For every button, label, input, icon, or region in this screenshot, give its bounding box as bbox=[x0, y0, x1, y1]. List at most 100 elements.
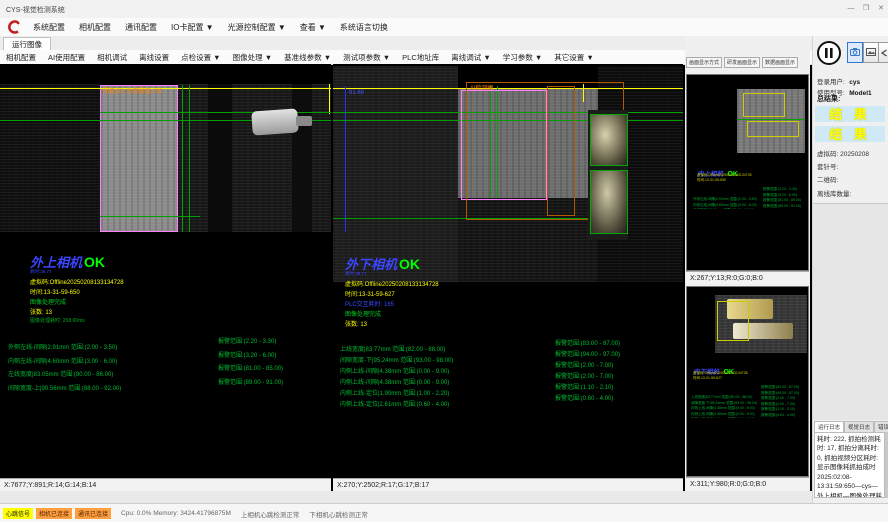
alarm-range-text: 报警范围:(0.60 - 4.00) bbox=[555, 393, 613, 402]
toolbar-item[interactable]: 其它设置 ▼ bbox=[548, 52, 600, 63]
image-texture bbox=[208, 84, 232, 232]
alarm-range-text: 报警范围:(2.00 - 7.00) bbox=[555, 360, 613, 369]
status-bar: 心跳信号 相机已连接 通讯已连接 Cpu: 0.0% Memory: 3424.… bbox=[0, 503, 888, 522]
maximize-button[interactable]: ❐ bbox=[859, 3, 873, 15]
display-mode-label: 画面显示方式 bbox=[686, 57, 722, 68]
pause-button[interactable] bbox=[817, 41, 841, 65]
result-ok: OK bbox=[399, 256, 420, 272]
camera-name: 外下相机 bbox=[345, 257, 397, 272]
measurement-row: 内侧上线-定位|1.90mm 范围:(1.00 - 2.20) 报警范围:(1.… bbox=[340, 382, 682, 393]
result-ok: OK bbox=[84, 254, 105, 270]
menu-item[interactable]: 系统语言切换 bbox=[333, 22, 395, 33]
pause-icon bbox=[819, 50, 839, 67]
process-done-text: 图像处理完成 bbox=[345, 309, 381, 318]
toolbar-item[interactable]: 相机调试 bbox=[91, 52, 133, 63]
measurement-row: 上线宽度|83.77mm 范围:(82.00 - 88.00) 报警范围:(83… bbox=[340, 338, 682, 349]
elapsed-sub: 耗时:39.77 bbox=[345, 271, 367, 277]
toolbar-item[interactable]: 基准线参数 ▼ bbox=[278, 52, 337, 63]
thumb-annotation-box bbox=[747, 121, 799, 137]
threshold-annotation: 阈值:93, 动态阈值:100 bbox=[103, 86, 162, 95]
toolbar-item[interactable]: 离线设置 bbox=[133, 52, 175, 63]
measurement-list: 外侧左线-间隙|2.91mm 范围:(2.00 - 3.50) 报警范围:(2.… bbox=[8, 336, 328, 391]
measurement-row: 左线宽度|83.05mm 范围:(80.00 - 86.00) 报警范围:(81… bbox=[8, 363, 328, 377]
menu-item[interactable]: IO卡配置 ▼ bbox=[164, 22, 221, 33]
toolbar-item[interactable]: 测试项参数 ▼ bbox=[337, 52, 396, 63]
menu-item[interactable]: 通讯配置 bbox=[118, 22, 164, 33]
edge-measure-value: 81.68 bbox=[349, 90, 364, 96]
thumbnail-camera-4[interactable]: 内下相机 OK 虚拟码:Offline20250208133134728 时间:… bbox=[686, 286, 809, 477]
camera-name: 外上相机 bbox=[30, 255, 82, 270]
middle-coordinate-bar: X:270;Y:2502;R:17;G:17;B:17 bbox=[333, 478, 683, 491]
toolbar-item[interactable]: 离线调试 ▼ bbox=[445, 52, 497, 63]
process-time-text: 图像处理耗时: 258.00ms bbox=[30, 317, 85, 324]
barcode-text: 虚拟码:Offline20250208133134728 bbox=[345, 279, 439, 288]
qr-code-row: 二维码: bbox=[817, 174, 838, 184]
menu-item[interactable]: 相机配置 bbox=[72, 22, 118, 33]
alarm-range-text: 报警范围:(0.60 - 4.00) bbox=[761, 413, 795, 418]
display-mode-option-1[interactable]: 研发画面显示 bbox=[724, 57, 760, 68]
toolbar-item[interactable]: PLC地址库 bbox=[396, 52, 445, 63]
alarm-range-text: 报警范围:(1.10 - 2.10) bbox=[761, 407, 795, 412]
thumbnail-camera-3[interactable]: 内上相机 OK 虚拟码:Offline20250208133134728 时间:… bbox=[686, 74, 809, 271]
measurement-row: 外侧左线-间隙|2.91mm 范围:(2.00 - 3.50) 报警范围:(2.… bbox=[8, 336, 328, 350]
tab-run-image[interactable]: 运行图像 bbox=[3, 37, 51, 51]
reference-line-horizontal bbox=[0, 88, 331, 89]
toolbar-item[interactable]: 点检设置 ▼ bbox=[175, 52, 227, 63]
process-done-text: 图像处理完成 bbox=[30, 297, 66, 306]
menu-item[interactable]: 系统配置 bbox=[26, 22, 72, 33]
alarm-range-text: 报警范围:(81.00 - 85.00) bbox=[218, 363, 283, 372]
back-arrow-button[interactable] bbox=[878, 42, 888, 63]
menu-item[interactable]: 查看 ▼ bbox=[293, 22, 333, 33]
camera-icon bbox=[850, 44, 860, 62]
ai-detect-label: AI检测框 bbox=[470, 83, 494, 92]
image-texture bbox=[0, 84, 100, 232]
measurement-row: 内侧上线-定位|2.61mm 范围:(0.60 - 4.00) 报警范围:(0.… bbox=[340, 393, 682, 404]
camera-view-button[interactable] bbox=[847, 42, 863, 63]
total-result-label: 总结果: bbox=[817, 94, 840, 104]
time-text: 时间:13-31-59-650 bbox=[30, 287, 80, 296]
menu-item[interactable]: 光源控制配置 ▼ bbox=[221, 22, 293, 33]
back-arrow-icon bbox=[880, 44, 888, 62]
upper-camera-heartbeat-text: 上相机心跳检测正常 bbox=[241, 509, 300, 519]
toolbar-item[interactable]: 图像处理 ▼ bbox=[227, 52, 279, 63]
lower-camera-heartbeat-text: 下相机心跳检测正常 bbox=[309, 509, 368, 519]
log-text-area[interactable]: 耗时: 222, 抓拍检测耗时: 17, 抓拍分离耗时: 0, 抓拍视频分区耗时… bbox=[814, 432, 885, 498]
result-block-1: 结 果 bbox=[815, 106, 885, 122]
thumb2-coordinate-bar: X:311;Y:980;R:0;G:0;B:0 bbox=[686, 477, 809, 490]
frame-count-text: 张数: 13 bbox=[30, 307, 52, 316]
sidebar-spacer-panel bbox=[813, 203, 888, 420]
elapsed-sub: 耗时:39.77 bbox=[30, 269, 52, 275]
result-text: 结 果 bbox=[829, 107, 871, 122]
alarm-range-text: 报警范围:(89.00 - 91.00) bbox=[763, 204, 801, 209]
connector-part bbox=[296, 116, 312, 126]
metal-part bbox=[590, 170, 628, 234]
time-text: 时间:13-31-59-627 bbox=[693, 376, 722, 381]
close-button[interactable]: ✕ bbox=[874, 3, 888, 15]
display-mode-option-2[interactable]: 数据画面显示 bbox=[762, 57, 798, 68]
model-value: Model1 bbox=[849, 90, 871, 97]
measurement-text: 间隙宽度-上|90.56mm 范围:(88.00 - 92.00) bbox=[8, 386, 121, 392]
measurement-row: 内侧上线-间隙|4.38mm 范围:(0.00 - 9.00) 报警范围:(2.… bbox=[340, 371, 682, 382]
alarm-range-text: 报警范围:(83.00 - 87.00) bbox=[761, 385, 799, 390]
toolbar-item[interactable]: 学习参数 ▼ bbox=[497, 52, 549, 63]
toolbar-item[interactable]: AI使用配置 bbox=[42, 52, 91, 63]
left-camera-view[interactable]: 阈值:93, 动态阈值:100 外上相机OK 耗时:39.77 虚拟码:Offl… bbox=[0, 64, 331, 478]
needle-number-row: 套针号: bbox=[817, 161, 838, 171]
toolbar-item[interactable]: 相机配置 bbox=[0, 52, 42, 63]
image-view-button[interactable] bbox=[863, 42, 879, 63]
thumbnail-column: 画面显示方式 研发画面显示 数据画面显示 内上相机 OK 虚拟码:Offline… bbox=[685, 36, 810, 503]
image-texture bbox=[333, 66, 458, 282]
alarm-range-text: 报警范围:(94.00 - 97.00) bbox=[761, 391, 799, 396]
frame-count-text: 张数: 13 bbox=[345, 319, 367, 328]
alarm-range-text: 报警范围:(1.10 - 2.10) bbox=[555, 382, 613, 391]
alarm-range-text: 报警范围:(3.20 - 6.00) bbox=[218, 350, 276, 359]
measure-line bbox=[182, 85, 183, 232]
time-text: 时间:13-31-59-650 bbox=[697, 178, 726, 183]
middle-camera-view[interactable]: 81.68 AI检测框 外下相机OK 耗时:39.77 虚拟码:Offline2… bbox=[333, 64, 683, 478]
minimize-button[interactable]: — bbox=[844, 3, 858, 15]
image-texture bbox=[292, 84, 312, 232]
measurement-row: 间隙宽度-下|95.24mm 范围:(93.00 - 98.00) 报警范围:(… bbox=[340, 349, 682, 360]
alarm-range-text: 报警范围:(89.00 - 91.00) bbox=[218, 377, 283, 386]
measure-line bbox=[100, 216, 200, 217]
alarm-range-text: 报警范围:(2.20 - 3.30) bbox=[763, 187, 797, 192]
